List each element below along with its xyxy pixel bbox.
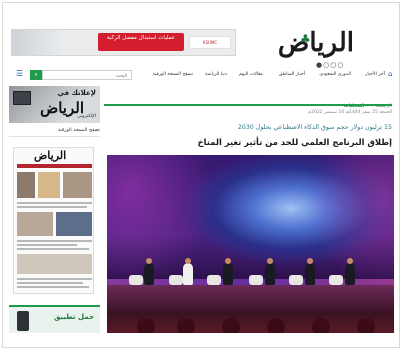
audience-member — [267, 318, 285, 333]
chair — [249, 275, 263, 285]
audience-member — [222, 318, 240, 333]
nav-item-regions-news[interactable]: أخبار المناطق — [279, 72, 305, 77]
paper-text-line — [17, 282, 83, 284]
panelist-head — [185, 258, 191, 264]
chair — [169, 275, 183, 285]
audience-member — [137, 318, 155, 333]
panelist-head — [146, 258, 152, 264]
panelist — [305, 263, 315, 285]
panelist — [144, 263, 154, 285]
panelist-head — [267, 258, 273, 264]
chair — [329, 275, 343, 285]
nav-item-sports-world[interactable]: دنيا الرياضة — [205, 72, 227, 77]
chair — [207, 275, 221, 285]
logo-text: الرياض — [277, 28, 354, 58]
paper-text-line — [17, 278, 92, 280]
audience-member — [312, 318, 330, 333]
panelist — [265, 263, 275, 285]
panelist-head — [347, 258, 353, 264]
panelist — [183, 263, 193, 285]
print-edition-thumbnail[interactable]: الرياض — [13, 147, 94, 294]
search-input[interactable] — [42, 70, 132, 80]
app-promo-text: حمل تطبيق — [54, 313, 94, 321]
chair — [129, 275, 143, 285]
audience-member — [357, 318, 375, 333]
paper-text-line — [17, 240, 92, 242]
paper-photo — [17, 172, 35, 198]
panelist-head — [225, 258, 231, 264]
paper-text-line — [17, 248, 89, 250]
phone-icon — [17, 311, 29, 331]
paper-text-line — [17, 286, 89, 288]
ad-headline: عمليات استبدال مفصل الركبة — [98, 33, 184, 51]
search-button[interactable]: ⌕ — [30, 70, 42, 80]
panelist — [345, 263, 355, 285]
search-icon: ⌕ — [34, 71, 38, 78]
paper-photo — [63, 172, 92, 198]
paper-photo — [17, 254, 92, 274]
panelist-head — [307, 258, 313, 264]
chair — [289, 275, 303, 285]
section-divider — [104, 104, 392, 106]
sidebar-ad-subtext: الإلكتروني — [77, 114, 96, 119]
app-download-promo[interactable]: حمل تطبيق — [9, 305, 100, 333]
paper-masthead: الرياض — [34, 149, 67, 162]
nav-item-latest-news[interactable]: آخر الأخبار — [365, 72, 385, 77]
paper-photo — [38, 172, 60, 198]
ad-sponsor-logo: KSUMC — [189, 36, 231, 49]
header-ad-banner[interactable]: عمليات استبدال مفصل الركبة KSUMC — [11, 29, 236, 56]
paper-photo — [56, 212, 92, 236]
palm-swords-icon: ♣ — [300, 32, 311, 46]
article-title: إطلاق البرنامج العلمي للحد من تأثير تغير… — [197, 137, 392, 147]
breadcrumb: الرئيسية المحليات — [104, 92, 392, 109]
ad-laptop-image — [13, 91, 31, 105]
menu-icon[interactable]: ☰ — [16, 70, 24, 78]
nav-item-saudi-league[interactable]: الدوري السعودي — [319, 72, 351, 77]
ad-photo — [12, 30, 64, 55]
divider — [9, 136, 100, 137]
paper-photo — [17, 212, 53, 236]
sidebar-ad-text: لإعلانك في — [57, 89, 96, 97]
nav-item-print-edition[interactable]: تصفح النسخة الورقية — [153, 72, 193, 77]
audience-member — [177, 318, 195, 333]
print-edition-heading: تصفح النسخة الورقية — [57, 128, 100, 133]
paper-text-line — [17, 206, 87, 208]
article-date: الجمعة 25 صفر 1444هـ 16 سبتمبر 2022م — [308, 110, 392, 115]
article-hero-image — [107, 155, 394, 333]
panelist — [223, 263, 233, 285]
sidebar-ad[interactable]: لإعلانك في الرياض الإلكتروني — [9, 86, 100, 123]
nav-item-todays-articles[interactable]: مقالات اليوم — [239, 72, 263, 77]
paper-text-line — [17, 244, 77, 246]
paper-red-strip — [17, 164, 92, 168]
article-kicker: 15 ترليون دولار حجم سوق الذكاء الاصطناعي… — [237, 124, 392, 131]
site-logo[interactable]: ♣ الرياض — [264, 25, 354, 61]
paper-text-line — [17, 202, 92, 204]
